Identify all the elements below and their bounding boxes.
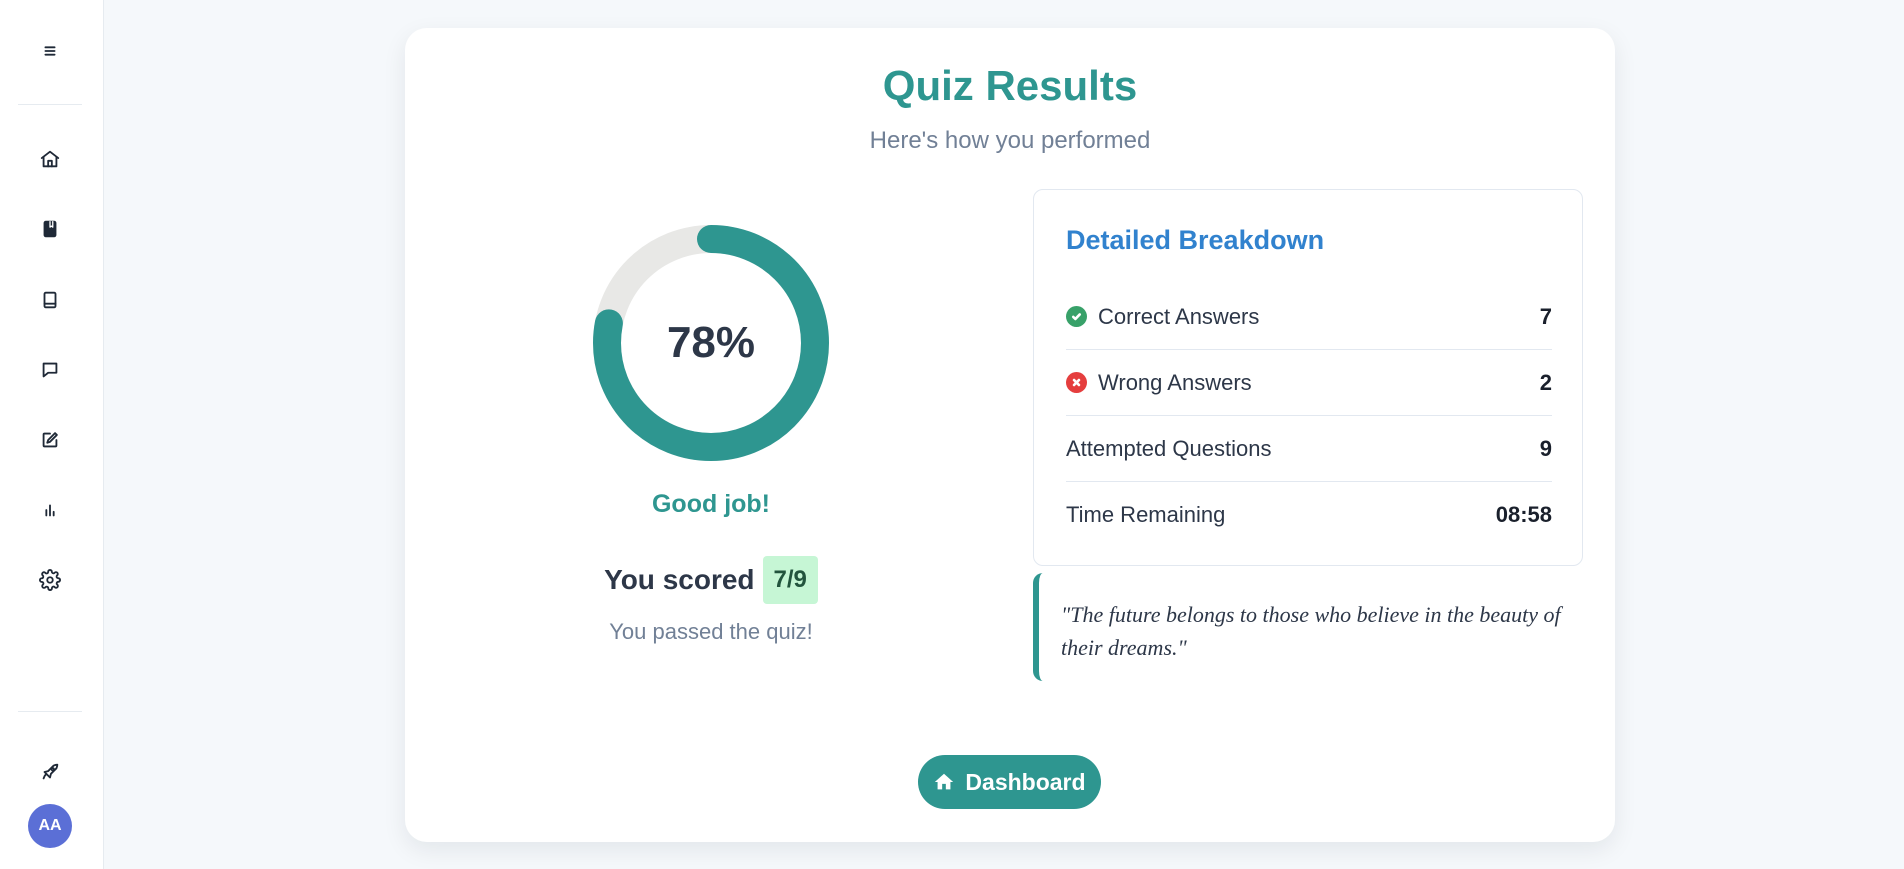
chat-icon[interactable]	[26, 346, 74, 394]
sidebar-divider-top	[18, 104, 82, 105]
breakdown-row-attempted: Attempted Questions 9	[1066, 416, 1552, 482]
breakdown-row-wrong: Wrong Answers 2	[1066, 350, 1552, 416]
breakdown-value: 08:58	[1495, 502, 1552, 527]
rocket-icon[interactable]	[26, 748, 74, 796]
breakdown-value: 9	[1539, 435, 1552, 461]
score-message: Good job!	[651, 490, 771, 518]
breakdown-title: Detailed Breakdown	[1066, 225, 1325, 255]
breakdown-label: Wrong Answers	[1098, 369, 1252, 395]
score-badge: 7/9	[762, 556, 818, 604]
dashboard-button-label: Dashboard	[965, 768, 1086, 795]
home-icon[interactable]	[26, 135, 74, 183]
scored-label: You scored	[604, 564, 755, 595]
bookmark-book-icon[interactable]	[26, 205, 74, 253]
breakdown-label: Attempted Questions	[1066, 435, 1272, 461]
page-subtitle: Here's how you performed	[869, 127, 1151, 154]
page-title: Quiz Results	[882, 62, 1138, 109]
breakdown-row-time: Time Remaining 08:58	[1066, 482, 1552, 548]
bar-chart-icon[interactable]	[26, 486, 74, 534]
menu-icon[interactable]	[26, 27, 74, 75]
score-ring: 78%	[590, 222, 832, 464]
breakdown-value: 7	[1539, 303, 1552, 329]
edit-icon[interactable]	[26, 416, 74, 464]
pass-status: You passed the quiz!	[609, 619, 813, 644]
dashboard-button[interactable]: Dashboard	[918, 755, 1101, 809]
home-icon	[935, 773, 954, 790]
check-circle-icon	[1066, 306, 1087, 327]
results-card: Quiz Results Here's how you performed 78…	[405, 28, 1615, 842]
score-summary: You scored 7/9	[505, 556, 917, 604]
motivational-quote: "The future belongs to those who believe…	[1033, 573, 1583, 681]
detailed-breakdown-panel: Detailed Breakdown Correct Answers 7 Wro…	[1033, 189, 1583, 566]
gear-icon[interactable]	[26, 556, 74, 604]
score-percent: 78%	[666, 318, 756, 367]
breakdown-label: Correct Answers	[1098, 303, 1260, 329]
avatar[interactable]: AA	[28, 804, 72, 848]
x-circle-icon	[1066, 372, 1087, 393]
breakdown-row-correct: Correct Answers 7	[1066, 284, 1552, 350]
sidebar-divider-bottom	[18, 711, 82, 712]
breakdown-value: 2	[1539, 369, 1552, 395]
breakdown-label: Time Remaining	[1066, 502, 1226, 527]
book-icon[interactable]	[26, 276, 74, 324]
sidebar: AA	[0, 0, 104, 869]
